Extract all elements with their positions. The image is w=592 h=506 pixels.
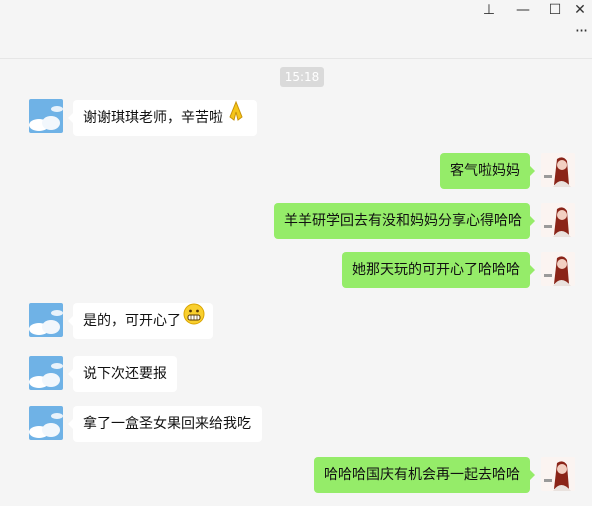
maximize-button[interactable]: ☐ <box>540 0 570 20</box>
message-bubble-incoming[interactable]: 谢谢琪琪老师，辛苦啦 <box>68 100 257 136</box>
grinning-face-icon <box>183 303 205 339</box>
close-button[interactable]: ✕ <box>568 0 592 20</box>
message-text: 客气啦妈妈 <box>450 163 520 179</box>
minimize-button[interactable]: — <box>508 0 538 20</box>
message-bubble-incoming[interactable]: 是的，可开心了 <box>68 303 213 339</box>
user-avatar[interactable] <box>541 457 575 491</box>
user-avatar[interactable] <box>541 203 575 237</box>
contact-avatar[interactable] <box>29 356 63 390</box>
user-avatar[interactable] <box>541 153 575 187</box>
message-bubble-outgoing[interactable]: 客气啦妈妈 <box>440 153 535 189</box>
message-bubble-outgoing[interactable]: 她那天玩的可开心了哈哈哈 <box>342 252 535 288</box>
message-text: 谢谢琪琪老师，辛苦啦 <box>83 110 223 126</box>
message-text: 羊羊研学回去有没和妈妈分享心得哈哈 <box>284 213 522 229</box>
contact-avatar[interactable] <box>29 99 63 133</box>
message-bubble-incoming[interactable]: 说下次还要报 <box>68 356 177 392</box>
message-text: 她那天玩的可开心了哈哈哈 <box>352 262 520 278</box>
message-bubble-outgoing[interactable]: 哈哈哈国庆有机会再一起去哈哈 <box>314 457 535 493</box>
more-options-icon[interactable]: ··· <box>570 23 592 42</box>
title-bar: ⊥ — ☐ ✕ ··· <box>0 0 592 59</box>
pin-icon[interactable]: ⊥ <box>474 0 504 20</box>
contact-avatar[interactable] <box>29 406 63 440</box>
user-avatar[interactable] <box>541 252 575 286</box>
message-text: 说下次还要报 <box>83 366 167 382</box>
message-timestamp: 15:18 <box>280 67 324 87</box>
message-text: 拿了一盒圣女果回来给我吃 <box>83 416 251 432</box>
message-bubble-outgoing[interactable]: 羊羊研学回去有没和妈妈分享心得哈哈 <box>274 203 535 239</box>
contact-avatar[interactable] <box>29 303 63 337</box>
message-text: 是的，可开心了 <box>83 313 181 329</box>
message-bubble-incoming[interactable]: 拿了一盒圣女果回来给我吃 <box>68 406 262 442</box>
folded-hands-icon <box>225 100 247 136</box>
message-text: 哈哈哈国庆有机会再一起去哈哈 <box>324 467 520 483</box>
